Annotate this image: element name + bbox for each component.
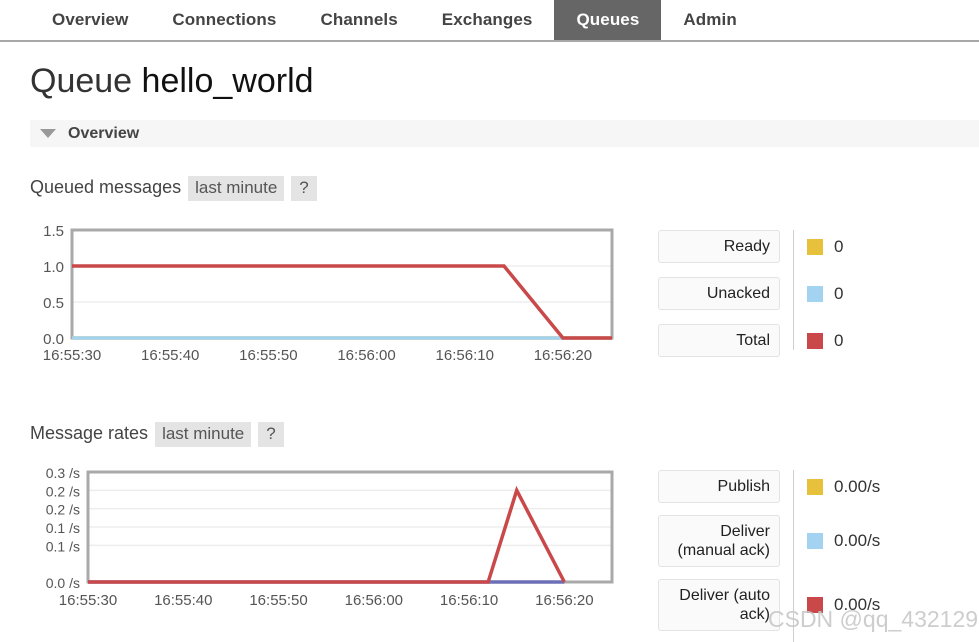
overview-section-title: Overview	[68, 124, 140, 142]
legend-value-total: 0	[834, 330, 844, 350]
tab-exchanges-label: Exchanges	[441, 10, 533, 29]
legend-value-unacked: 0	[834, 283, 844, 303]
legend-swatch-deliver-auto-ack	[807, 597, 823, 613]
legend-value-wrap-deliver-auto-ack: 0.00/s	[807, 595, 880, 615]
legend-row-unacked: Unacked 0	[658, 277, 843, 310]
legend-swatch-total	[807, 332, 823, 349]
legend-swatch-deliver-manual-ack	[807, 533, 823, 549]
svg-text:16:56:20: 16:56:20	[535, 592, 593, 609]
queued-messages-title: Queued messages	[30, 177, 182, 197]
legend-value-wrap-ready: 0	[807, 237, 843, 257]
svg-text:0.0 /s: 0.0 /s	[46, 575, 80, 591]
main-navigation: Overview Connections Channels Exchanges …	[0, 0, 979, 42]
legend-swatch-ready	[807, 238, 823, 255]
legend-value-wrap-unacked: 0	[807, 284, 843, 304]
tab-overview-label: Overview	[52, 10, 129, 29]
legend-value-deliver-auto-ack: 0.00/s	[834, 595, 881, 614]
legend-row-deliver-manual-ack: Deliver (manual ack) 0.00/s	[658, 515, 880, 567]
message-rates-chart: 0.3 /s 0.2 /s 0.2 /s 0.1 /s 0.1 /s 0.0 /s 16:5…	[20, 464, 640, 616]
legend-value-wrap-publish: 0.00/s	[807, 477, 880, 497]
svg-text:16:56:00: 16:56:00	[337, 347, 395, 364]
message-rates-title: Message rates	[30, 423, 149, 443]
tab-admin[interactable]: Admin	[661, 0, 758, 40]
svg-text:16:56:10: 16:56:10	[436, 347, 494, 364]
tab-connections-label: Connections	[172, 10, 277, 29]
legend-swatch-unacked	[807, 285, 823, 302]
message-rates-help-icon[interactable]: ?	[258, 422, 284, 447]
svg-text:1.5: 1.5	[43, 223, 64, 240]
page-title: Queue hello_world	[30, 62, 314, 101]
queued-messages-legend-divider	[793, 230, 794, 350]
triangle-down-icon	[40, 129, 56, 138]
page-title-prefix: Queue	[30, 62, 133, 100]
svg-text:16:55:40: 16:55:40	[154, 592, 212, 609]
svg-text:16:55:50: 16:55:50	[249, 592, 307, 609]
queued-messages-help-icon[interactable]: ?	[291, 176, 317, 201]
tab-queues-label: Queues	[576, 10, 640, 29]
legend-value-wrap-total: 0	[807, 331, 843, 351]
svg-text:0.0: 0.0	[43, 331, 64, 348]
svg-text:0.2 /s: 0.2 /s	[46, 483, 80, 499]
message-rates-legend-divider	[793, 470, 794, 642]
message-rates-period-selector[interactable]: last minute	[155, 422, 252, 447]
queued-messages-legend: Ready 0 Unacked 0 Total 0	[658, 230, 843, 357]
svg-text:0.5: 0.5	[43, 295, 64, 312]
legend-value-publish: 0.00/s	[834, 476, 881, 496]
tab-channels[interactable]: Channels	[298, 0, 419, 40]
legend-swatch-publish	[807, 478, 823, 495]
queued-messages-chart: 0.0 0.5 1.0 1.5 16:55:30 16:55:40 16:55:50 16:5…	[20, 222, 640, 370]
tab-queues[interactable]: Queues	[554, 0, 662, 40]
queued-messages-chart-svg: 0.0 0.5 1.0 1.5 16:55:30 16:55:40 16:55:50 16:5…	[43, 223, 614, 364]
legend-value-wrap-deliver-manual-ack: 0.00/s	[807, 531, 880, 551]
svg-text:0.2 /s: 0.2 /s	[46, 502, 80, 518]
tab-overview[interactable]: Overview	[30, 0, 150, 40]
svg-text:0.1 /s: 0.1 /s	[46, 520, 80, 536]
legend-label-total[interactable]: Total	[658, 324, 780, 357]
legend-label-deliver-manual-ack[interactable]: Deliver (manual ack)	[658, 515, 780, 567]
message-rates-header: Message rates last minute ?	[30, 422, 284, 448]
queued-messages-period-selector[interactable]: last minute	[188, 176, 285, 201]
tab-channels-label: Channels	[320, 10, 398, 29]
svg-text:16:55:30: 16:55:30	[59, 592, 117, 609]
tab-admin-label: Admin	[683, 10, 737, 29]
legend-row-deliver-auto-ack: Deliver (auto ack) 0.00/s	[658, 579, 880, 631]
legend-label-unacked[interactable]: Unacked	[658, 277, 780, 310]
legend-value-deliver-manual-ack: 0.00/s	[834, 531, 881, 550]
message-rates-chart-svg: 0.3 /s0.2 /s0.2 /s0.1 /s0.1 /s0.0 /s16:5…	[46, 465, 614, 609]
queued-messages-header: Queued messages last minute ?	[30, 176, 317, 202]
legend-row-publish: Publish 0.00/s	[658, 470, 880, 503]
legend-label-ready[interactable]: Ready	[658, 230, 780, 263]
legend-label-deliver-auto-ack[interactable]: Deliver (auto ack)	[658, 579, 780, 631]
legend-label-publish[interactable]: Publish	[658, 470, 780, 503]
legend-value-ready: 0	[834, 236, 844, 256]
svg-text:16:56:20: 16:56:20	[534, 347, 592, 364]
svg-text:16:55:30: 16:55:30	[43, 347, 101, 364]
svg-text:16:56:00: 16:56:00	[345, 592, 403, 609]
legend-row-total: Total 0	[658, 324, 843, 357]
page-title-queue-name: hello_world	[141, 62, 314, 100]
svg-text:1.0: 1.0	[43, 259, 64, 276]
legend-row-ready: Ready 0	[658, 230, 843, 263]
overview-section-toggle[interactable]: Overview	[30, 120, 979, 147]
tab-exchanges[interactable]: Exchanges	[420, 0, 555, 40]
svg-text:0.3 /s: 0.3 /s	[46, 465, 80, 481]
svg-text:16:55:50: 16:55:50	[239, 347, 297, 364]
message-rates-legend: Publish 0.00/s Deliver (manual ack) 0.00…	[658, 470, 880, 631]
svg-text:16:56:10: 16:56:10	[440, 592, 498, 609]
svg-text:16:55:40: 16:55:40	[141, 347, 199, 364]
svg-text:0.1 /s: 0.1 /s	[46, 538, 80, 554]
tab-connections[interactable]: Connections	[150, 0, 298, 40]
